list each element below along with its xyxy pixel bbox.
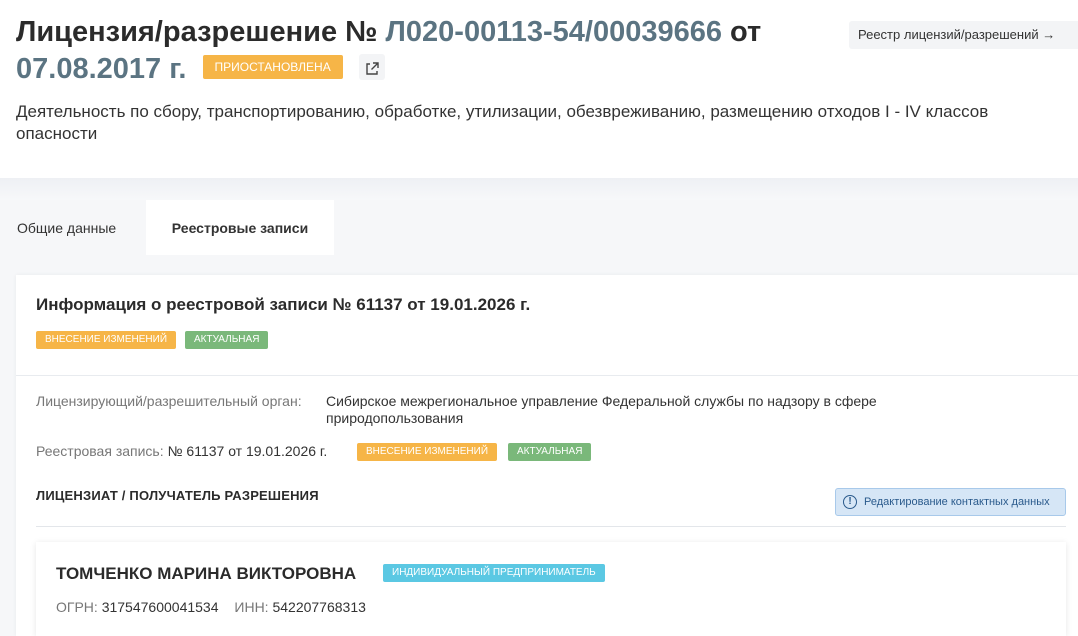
tab-registry-records[interactable]: Реестровые записи — [146, 200, 334, 255]
entity-type-tag: ИНДИВИДУАЛЬНЫЙ ПРЕДПРИНИМАТЕЛЬ — [383, 564, 605, 582]
activity-description: Деятельность по сбору, транспортированию… — [16, 102, 989, 143]
record-label: Реестровая запись: — [36, 443, 164, 459]
licensee-name: ТОМЧЕНКО МАРИНА ВИКТОРОВНА — [56, 564, 357, 583]
changes-tag: ВНЕСЕНИЕ ИЗМЕНЕНИЙ — [36, 331, 177, 349]
header-divider — [0, 178, 1078, 200]
registry-record-card: Информация о реестровой записи № 61137 о… — [16, 275, 1078, 636]
authority-value: Сибирское межрегиональное управление Фед… — [326, 393, 877, 426]
divider — [16, 375, 1078, 376]
section-divider — [36, 526, 1066, 527]
status-badge: ПРИОСТАНОВЛЕНА — [202, 55, 343, 80]
external-link-icon[interactable] — [358, 54, 385, 81]
title-prefix: Лицензия/разрешение № — [16, 16, 386, 48]
page-title: Лицензия/разрешение № Л020-00113-54/0003… — [16, 14, 836, 88]
info-icon: ! — [843, 495, 857, 509]
registry-link-button[interactable]: Реестр лицензий/разрешений → — [849, 21, 1078, 49]
licensee-card: ТОМЧЕНКО МАРИНА ВИКТОРОВНА ИНДИВИДУАЛЬНЫ… — [36, 542, 1066, 636]
record-value: № 61137 от 19.01.2026 г. — [167, 443, 328, 459]
authority-label: Лицензирующий/разрешительный орган: — [36, 393, 302, 409]
tab-general-data[interactable]: Общие данные — [0, 200, 146, 255]
title-mid: от — [721, 16, 762, 48]
authority-field: Лицензирующий/разрешительный орган: Сибир… — [36, 393, 936, 427]
actual-tag: АКТУАЛЬНАЯ — [185, 331, 269, 349]
ogrn-value: 317547600041534 — [101, 599, 219, 615]
licensee-section-title: ЛИЦЕНЗИАТ / ПОЛУЧАТЕЛЬ РАЗРЕШЕНИЯ — [36, 488, 319, 503]
page-header: Лицензия/разрешение № Л020-00113-54/0003… — [0, 0, 1078, 180]
record-changes-tag: ВНЕСЕНИЕ ИЗМЕНЕНИЙ — [357, 443, 498, 461]
edit-contacts-button[interactable]: ! Редактирование контактных данных — [835, 488, 1066, 516]
licensee-ids: ОГРН: 317547600041534 ИНН: 542207768313 — [56, 599, 378, 615]
record-title: Информация о реестровой записи № 61137 о… — [36, 295, 531, 314]
edit-contacts-label: Редактирование контактных данных — [864, 496, 1050, 508]
inn-label: ИНН: — [234, 599, 269, 615]
license-number: Л020-00113-54/00039666 — [385, 16, 722, 48]
inn-value: 542207768313 — [272, 599, 366, 615]
ogrn-label: ОГРН: — [56, 599, 98, 615]
record-field: Реестровая запись: № 61137 от 19.01.2026… — [36, 443, 327, 460]
record-actual-tag: АКТУАЛЬНАЯ — [508, 443, 592, 461]
tab-bar: Общие данные Реестровые записи — [0, 200, 1078, 255]
license-date: 07.08.2017 г. — [16, 53, 187, 85]
